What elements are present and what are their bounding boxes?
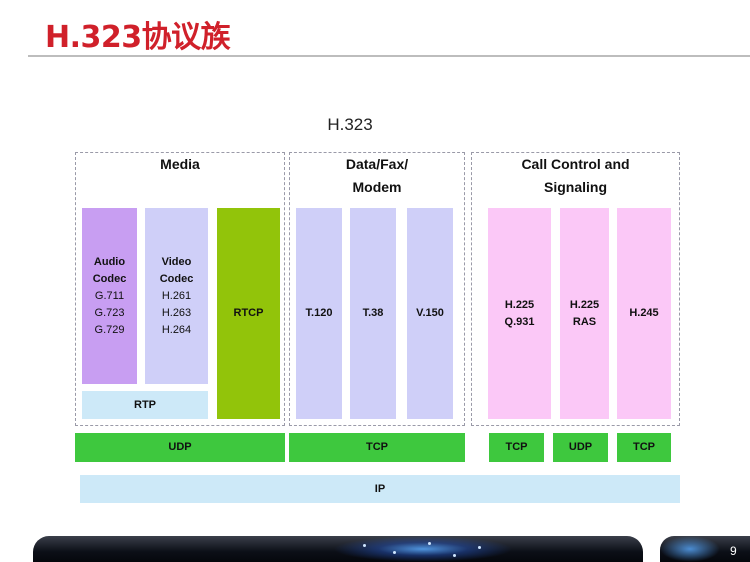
v150-block: V.150: [407, 208, 453, 419]
video-codec-item: H.261: [161, 289, 192, 302]
t38-block: T.38: [350, 208, 396, 419]
h225-q931-block: H.225 Q.931: [488, 208, 551, 419]
call-control-label-line1: Call Control and: [521, 156, 630, 172]
rtp-block: RTP: [82, 391, 208, 419]
audio-codec-item: G.711: [94, 289, 125, 302]
call-control-label-line2: Signaling: [544, 179, 607, 195]
slide-title: H.323协议族: [45, 20, 231, 55]
audio-codec-name-line2: Codec: [92, 272, 127, 285]
audio-codec-item: G.729: [94, 323, 125, 336]
footer-sparkle: [428, 542, 431, 545]
footer-sparkle: [478, 546, 481, 549]
media-group-label: Media: [160, 156, 200, 172]
footer-sparkle: [363, 544, 366, 547]
footer-sparkle: [453, 554, 456, 557]
tcp-data-block: TCP: [289, 433, 465, 462]
h225-ras-line2: RAS: [572, 315, 597, 328]
footer-glow: [333, 536, 513, 562]
h225-ras-line1: H.225: [569, 298, 600, 311]
footer-tab-glow: [660, 536, 720, 562]
data-fax-label-line1: Data/Fax/: [345, 156, 409, 172]
diagram-title: H.323: [327, 115, 373, 134]
video-codec-block: Video Codec H.261 H.263 H.264: [145, 208, 208, 384]
title-divider: [28, 55, 750, 57]
video-codec-name-line2: Codec: [159, 272, 194, 285]
video-codec-item: H.264: [161, 323, 192, 336]
ip-block: IP: [80, 475, 680, 503]
audio-codec-name-line1: Audio: [93, 255, 126, 268]
audio-codec-item: G.723: [94, 306, 125, 319]
udp-media-block: UDP: [75, 433, 285, 462]
page-number: 9: [730, 544, 737, 558]
t120-block: T.120: [296, 208, 342, 419]
video-codec-name-line1: Video: [161, 255, 192, 268]
h225-q931-line1: H.225: [504, 298, 535, 311]
tcp-h245-block: TCP: [617, 433, 671, 462]
rtcp-block: RTCP: [217, 208, 280, 419]
h225-q931-line2: Q.931: [504, 315, 535, 328]
tcp-q931-block: TCP: [489, 433, 544, 462]
h225-ras-block: H.225 RAS: [560, 208, 609, 419]
footer-banner: [33, 536, 643, 562]
data-fax-label-line2: Modem: [352, 179, 402, 195]
video-codec-item: H.263: [161, 306, 192, 319]
footer-sparkle: [393, 551, 396, 554]
audio-codec-block: Audio Codec G.711 G.723 G.729: [82, 208, 137, 384]
udp-ras-block: UDP: [553, 433, 608, 462]
h245-block: H.245: [617, 208, 671, 419]
